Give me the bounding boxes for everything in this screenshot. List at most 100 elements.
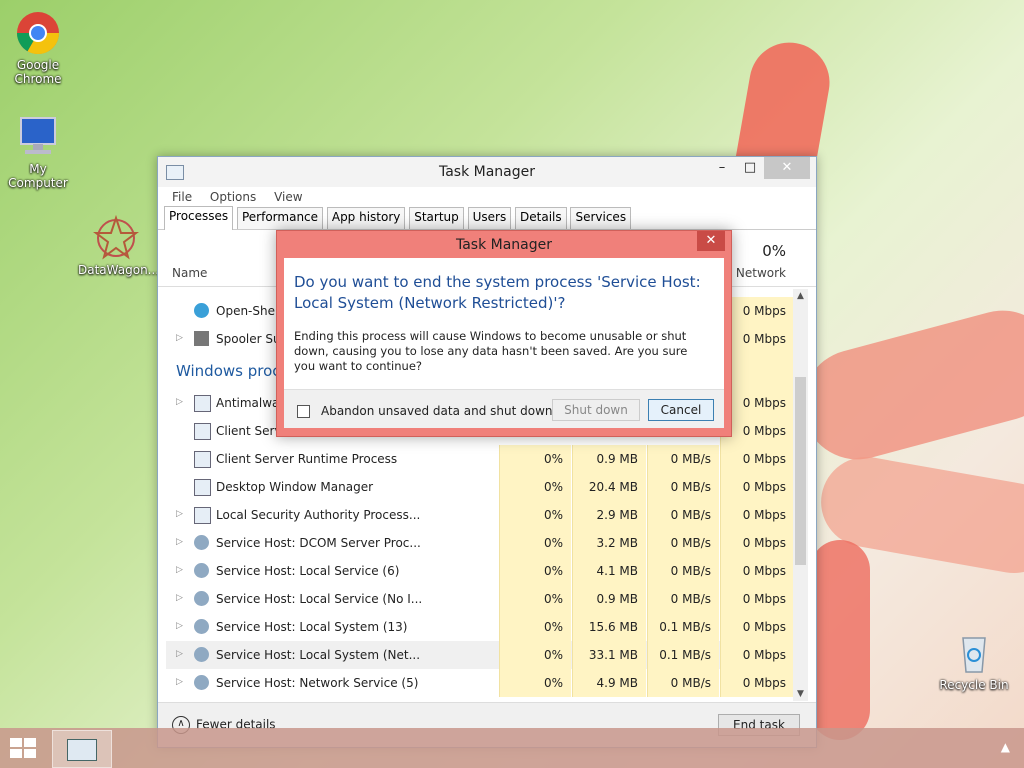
- network-percent: 0%: [762, 242, 786, 260]
- net-value: 0 Mbps: [720, 445, 794, 473]
- table-row[interactable]: ▷ Service Host: Network Service (5) 0% 4…: [166, 669, 794, 697]
- expand-icon[interactable]: ▷: [176, 621, 183, 631]
- chrome-icon: [15, 10, 61, 56]
- recycle-bin-icon: [951, 630, 997, 676]
- net-value: 0 Mbps: [720, 585, 794, 613]
- expand-icon[interactable]: ▷: [176, 565, 183, 575]
- memory-value: 15.6 MB: [572, 613, 646, 641]
- expand-icon[interactable]: ▷: [176, 649, 183, 659]
- window-icon: [194, 423, 211, 440]
- table-row-selected[interactable]: ▷ Service Host: Local System (Net... 0% …: [166, 641, 794, 669]
- abandon-data-checkbox[interactable]: [297, 405, 310, 418]
- gear-icon: [194, 591, 209, 606]
- desktop-icon-chrome[interactable]: Google Chrome: [0, 10, 76, 86]
- expand-icon[interactable]: ▷: [176, 333, 183, 343]
- scroll-thumb[interactable]: [795, 377, 806, 565]
- vertical-scrollbar[interactable]: ▲ ▼: [793, 289, 808, 701]
- desktop-icon-label: My Computer: [8, 162, 68, 190]
- group-label: Windows proc: [176, 362, 281, 380]
- net-value: 0 Mbps: [720, 669, 794, 697]
- tab-processes[interactable]: Processes: [164, 206, 234, 230]
- net-value: 0 Mbps: [720, 641, 794, 669]
- process-name: Client Server Runtime Process: [216, 452, 398, 466]
- menu-bar: File Options View: [158, 187, 816, 207]
- memory-value: 3.2 MB: [572, 529, 646, 557]
- tab-services[interactable]: Services: [570, 207, 632, 229]
- desktop-icon-datawagon[interactable]: DataWagon...: [78, 214, 160, 277]
- column-network[interactable]: Network: [736, 266, 786, 280]
- tab-performance[interactable]: Performance: [236, 207, 324, 229]
- minimize-button[interactable]: –: [708, 157, 736, 179]
- dialog-title-bar[interactable]: Task Manager ✕: [277, 231, 731, 257]
- tab-users[interactable]: Users: [467, 207, 512, 229]
- menu-view[interactable]: View: [274, 187, 302, 207]
- disk-value: 0 MB/s: [647, 445, 719, 473]
- expand-icon[interactable]: ▷: [176, 677, 183, 687]
- globe-icon: [194, 303, 209, 318]
- dialog-title: Task Manager: [455, 237, 553, 253]
- net-value: 0 Mbps: [720, 529, 794, 557]
- cpu-value: 0%: [499, 529, 571, 557]
- process-name: Service Host: Local Service (6): [216, 564, 400, 578]
- table-row[interactable]: ▷ Service Host: Local Service (6) 0% 4.1…: [166, 557, 794, 585]
- tab-strip: Processes Performance App history Startu…: [158, 206, 816, 230]
- net-value: 0 Mbps: [720, 613, 794, 641]
- disk-value: 0.1 MB/s: [647, 641, 719, 669]
- desktop-icon-label: DataWagon...: [78, 263, 160, 277]
- scroll-down-icon[interactable]: ▼: [793, 689, 808, 699]
- desktop-icon-recycle-bin[interactable]: Recycle Bin: [936, 630, 1012, 692]
- cpu-value: 0%: [499, 473, 571, 501]
- gear-icon: [194, 675, 209, 690]
- taskbar: ▲: [0, 728, 1024, 768]
- column-name[interactable]: Name: [172, 266, 207, 280]
- table-row[interactable]: Desktop Window Manager 0% 20.4 MB 0 MB/s…: [166, 473, 794, 501]
- memory-value: 4.1 MB: [572, 557, 646, 585]
- menu-options[interactable]: Options: [210, 187, 256, 207]
- desktop-icon-label: Google Chrome: [14, 58, 62, 86]
- expand-icon[interactable]: ▷: [176, 593, 183, 603]
- disk-value: 0.1 MB/s: [647, 613, 719, 641]
- disk-value: 0 MB/s: [647, 585, 719, 613]
- desktop-icon-my-computer[interactable]: My Computer: [0, 114, 76, 190]
- desktop-icon-label: Recycle Bin: [939, 678, 1009, 692]
- memory-value: 20.4 MB: [572, 473, 646, 501]
- process-name: Service Host: Local System (13): [216, 620, 408, 634]
- maximize-button[interactable]: □: [736, 157, 764, 179]
- expand-icon[interactable]: ▷: [176, 397, 183, 407]
- net-value: 0 Mbps: [720, 501, 794, 529]
- table-row[interactable]: ▷ Service Host: Local Service (No I... 0…: [166, 585, 794, 613]
- tray-chevron-up-icon[interactable]: ▲: [1001, 740, 1010, 754]
- gear-icon: [194, 535, 209, 550]
- net-value: 0 Mbps: [720, 557, 794, 585]
- title-bar[interactable]: Task Manager – □ ✕: [158, 157, 816, 187]
- window-icon: [194, 395, 211, 412]
- tab-startup[interactable]: Startup: [409, 207, 464, 229]
- expand-icon[interactable]: ▷: [176, 537, 183, 547]
- cpu-value: 0%: [499, 613, 571, 641]
- cancel-button[interactable]: Cancel: [648, 399, 714, 421]
- close-button[interactable]: ✕: [764, 157, 810, 179]
- windows-logo-icon: [10, 749, 22, 758]
- menu-file[interactable]: File: [172, 187, 192, 207]
- cpu-value: 0%: [499, 445, 571, 473]
- dialog-body: Do you want to end the system process 'S…: [284, 258, 724, 389]
- start-button[interactable]: [10, 738, 38, 760]
- scroll-up-icon[interactable]: ▲: [793, 291, 808, 301]
- tab-details[interactable]: Details: [515, 207, 567, 229]
- process-name: Service Host: Network Service (5): [216, 676, 419, 690]
- end-process-dialog: Task Manager ✕ Do you want to end the sy…: [276, 230, 732, 437]
- expand-icon[interactable]: ▷: [176, 509, 183, 519]
- table-row[interactable]: ▷ Service Host: DCOM Server Proc... 0% 3…: [166, 529, 794, 557]
- tab-app-history[interactable]: App history: [326, 207, 406, 229]
- abandon-data-label[interactable]: Abandon unsaved data and shut down.: [321, 404, 556, 418]
- table-row[interactable]: Client Server Runtime Process 0% 0.9 MB …: [166, 445, 794, 473]
- disk-value: 0 MB/s: [647, 529, 719, 557]
- taskbar-task-manager[interactable]: [52, 730, 112, 768]
- table-row[interactable]: ▷ Service Host: Local System (13) 0% 15.…: [166, 613, 794, 641]
- dialog-close-button[interactable]: ✕: [697, 231, 725, 251]
- memory-value: 2.9 MB: [572, 501, 646, 529]
- cpu-value: 0%: [499, 641, 571, 669]
- shut-down-button[interactable]: Shut down: [552, 399, 640, 421]
- table-row[interactable]: ▷ Local Security Authority Process... 0%…: [166, 501, 794, 529]
- windows-logo-icon: [10, 738, 22, 747]
